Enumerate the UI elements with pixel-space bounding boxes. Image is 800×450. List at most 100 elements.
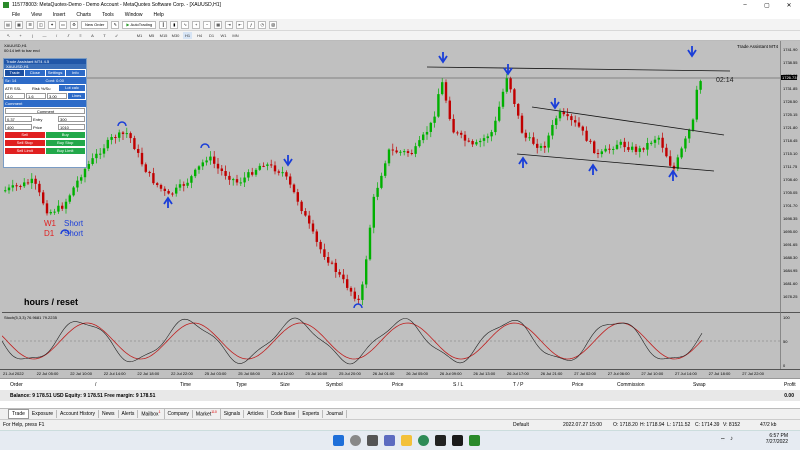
indicators-icon[interactable]: ƒ <box>247 20 256 29</box>
terminal-tab[interactable]: Articles <box>244 410 268 418</box>
risk-field[interactable]: 3.00 <box>47 93 67 99</box>
tradingview-icon[interactable] <box>452 435 463 446</box>
menu-window[interactable]: Window <box>125 12 143 18</box>
task-view-icon[interactable] <box>367 435 378 446</box>
timeframe-w1[interactable]: W1 <box>219 32 228 39</box>
column-header[interactable]: T / P <box>513 382 523 388</box>
text-icon[interactable]: A <box>88 32 97 39</box>
terminal-tab[interactable]: Market110 <box>193 409 221 419</box>
terminal-tab[interactable]: Company <box>165 410 193 418</box>
templates-icon[interactable]: ▧ <box>269 20 278 29</box>
volume-field[interactable]: 400 <box>5 124 32 130</box>
terminal-icon[interactable]: ▭ <box>59 20 67 29</box>
zoom-in-icon[interactable]: + <box>192 20 201 29</box>
sell-stop-button[interactable]: Sell Stop <box>5 140 45 146</box>
buy-limit-button[interactable]: Buy Limit <box>45 148 85 154</box>
tab-info[interactable]: Info <box>65 70 85 76</box>
entry-field[interactable]: 300 <box>58 116 85 122</box>
column-header[interactable]: Size <box>280 382 290 388</box>
tab-settings[interactable]: Settings <box>45 70 65 76</box>
terminal-tab[interactable]: Code Base <box>268 410 300 418</box>
minimize-button[interactable]: – <box>734 2 756 9</box>
candles-icon[interactable]: ▮ <box>170 20 179 29</box>
timeframe-d1[interactable]: D1 <box>207 32 216 39</box>
column-header[interactable]: Symbol <box>326 382 343 388</box>
column-header[interactable]: Order <box>10 382 23 388</box>
autoscroll-icon[interactable]: ⇥ <box>225 20 234 29</box>
menu-file[interactable]: File <box>12 12 20 18</box>
menu-tools[interactable]: Tools <box>102 12 114 18</box>
terminal-tab[interactable]: Account History <box>57 410 100 418</box>
terminal-tab[interactable]: Signals <box>221 410 245 418</box>
column-header[interactable]: Profit <box>784 382 796 388</box>
market-watch-icon[interactable]: ☰ <box>26 20 34 29</box>
menu-help[interactable]: Help <box>154 12 164 18</box>
timeframe-m1[interactable]: M1 <box>135 32 144 39</box>
new-chart-icon[interactable]: ▤ <box>4 20 12 29</box>
price-field[interactable]: 1010 <box>58 124 85 130</box>
metaeditor-icon[interactable]: ✎ <box>111 20 120 29</box>
data-window-icon[interactable]: ◫ <box>37 20 45 29</box>
chart-shift-icon[interactable]: ⇤ <box>236 20 245 29</box>
menu-view[interactable]: View <box>31 12 42 18</box>
chart-window[interactable]: 1741.901738.551735.201731.851728.501725.… <box>0 41 800 378</box>
line-chart-icon[interactable]: ∿ <box>181 20 190 29</box>
column-header[interactable]: Type <box>236 382 247 388</box>
time-axis[interactable]: 21 Jul 2022 22 Jul 05:00 22 Jul 10:00 22 Ju… <box>0 369 800 378</box>
menu-insert[interactable]: Insert <box>53 12 66 18</box>
metatrader-icon[interactable] <box>469 435 480 446</box>
terminal-tab[interactable]: Mailbox1 <box>138 409 165 419</box>
volume-icon[interactable]: ♪ <box>730 436 733 442</box>
lot-calc-button[interactable]: Lot calc <box>59 85 85 91</box>
menu-charts[interactable]: Charts <box>76 12 91 18</box>
horizontal-line-icon[interactable]: — <box>40 32 49 39</box>
terminal-tab[interactable]: Alerts <box>119 410 139 418</box>
column-header[interactable]: Swap <box>693 382 706 388</box>
column-header[interactable]: Price <box>572 382 583 388</box>
start-icon[interactable] <box>333 435 344 446</box>
browser-icon[interactable] <box>418 435 429 446</box>
timeframe-h1[interactable]: H1 <box>183 32 192 39</box>
autotrading-button[interactable]: ▶ AutoTrading <box>122 20 157 29</box>
terminal-tab[interactable]: Exposure <box>29 410 58 418</box>
vertical-line-icon[interactable]: | <box>28 32 37 39</box>
profiles-icon[interactable]: ▦ <box>15 20 23 29</box>
bar-chart-icon[interactable]: ┃ <box>159 20 168 29</box>
sell-button[interactable]: Sell <box>5 132 45 138</box>
column-header[interactable]: / <box>95 382 96 388</box>
atr-field-1[interactable]: 4.0 <box>5 93 25 99</box>
trendline-icon[interactable]: / <box>52 32 61 39</box>
store-icon[interactable] <box>435 435 446 446</box>
maximize-button[interactable]: ▢ <box>756 2 778 9</box>
cursor-icon[interactable]: ↖ <box>4 32 13 39</box>
timeframe-mn[interactable]: MN <box>231 32 240 39</box>
channel-icon[interactable]: ⫽ <box>64 32 73 39</box>
close-button[interactable]: ✕ <box>778 2 800 9</box>
timeframe-m15[interactable]: M15 <box>159 32 168 39</box>
zoom-out-icon[interactable]: − <box>203 20 212 29</box>
terminal-tab[interactable]: Journal <box>323 410 347 418</box>
terminal-tab[interactable]: News <box>99 410 119 418</box>
timeframe-h4[interactable]: H4 <box>195 32 204 39</box>
sell-limit-button[interactable]: Sell Limit <box>5 148 45 154</box>
navigator-icon[interactable]: ✦ <box>48 20 56 29</box>
terminal-tab[interactable]: Trade <box>8 409 29 419</box>
stochastic-indicator[interactable]: Stoch(5,3,3) 76.9681 79.2235 <box>2 312 780 369</box>
label-icon[interactable]: T <box>100 32 109 39</box>
tab-trade[interactable]: Trade <box>5 70 25 76</box>
lines-button[interactable]: Lines <box>68 93 85 99</box>
teams-icon[interactable] <box>384 435 395 446</box>
tester-icon[interactable]: ⚙ <box>70 20 78 29</box>
tab-close[interactable]: Close <box>25 70 45 76</box>
new-order-button[interactable]: New Order <box>81 20 109 29</box>
tp-field[interactable]: 0.37 <box>5 116 32 122</box>
comment-field[interactable]: Comment <box>5 108 85 114</box>
buy-stop-button[interactable]: Buy Stop <box>45 140 85 146</box>
terminal-tab[interactable]: Experts <box>299 410 324 418</box>
arrows-icon[interactable]: ➶ <box>112 32 121 39</box>
price-axis[interactable]: 1741.901738.551735.201731.851728.501725.… <box>780 41 800 312</box>
network-icon[interactable]: ⌔ <box>720 436 726 444</box>
column-header[interactable]: S / L <box>453 382 463 388</box>
column-header[interactable]: Time <box>180 382 191 388</box>
column-header[interactable]: Commission <box>617 382 645 388</box>
